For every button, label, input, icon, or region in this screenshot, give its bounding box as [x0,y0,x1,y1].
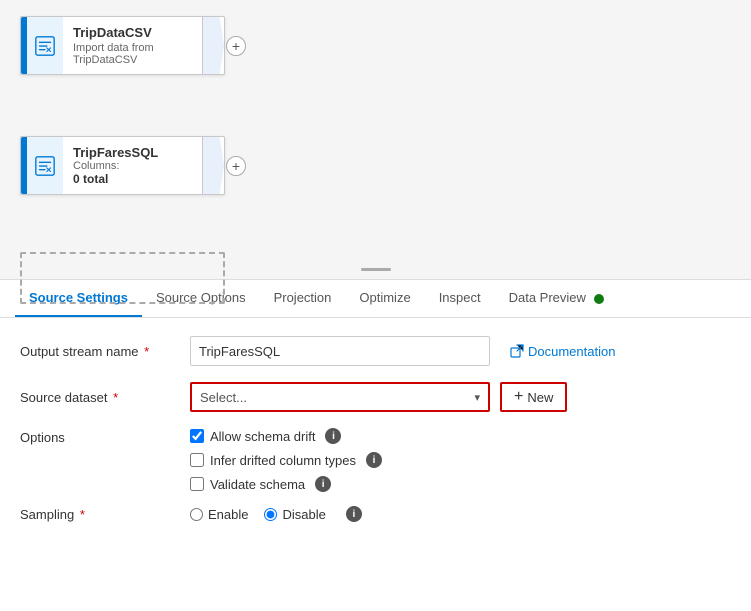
sampling-info-icon[interactable]: i [346,506,362,522]
node-plus-btn-sql[interactable]: + [226,156,246,176]
disable-radio[interactable] [264,508,277,521]
required-star-3: * [76,507,85,522]
validate-schema-info-icon[interactable]: i [315,476,331,492]
options-fields: Allow schema drift i Infer drifted colum… [190,428,382,492]
output-stream-input[interactable] [190,336,490,366]
node-trip-sql[interactable]: TripFaresSQL Columns: 0 total + [20,136,225,195]
infer-drifted-info-icon[interactable]: i [366,452,382,468]
node-body: TripDataCSV Import data from TripDataCSV [63,17,202,74]
output-stream-label: Output stream name * [20,344,190,359]
minimize-bar [361,268,391,271]
radio-group: Enable Disable i [190,506,362,522]
node-arrow [202,17,224,74]
validate-schema-row: Validate schema i [190,476,382,492]
tab-projection[interactable]: Projection [260,280,346,317]
enable-option[interactable]: Enable [190,507,248,522]
options-row: Options Allow schema drift i Infer drift… [20,428,731,492]
disable-option[interactable]: Disable [264,507,325,522]
tab-data-preview[interactable]: Data Preview [495,280,618,317]
select-wrapper[interactable]: Select... ▾ [190,382,490,412]
infer-drifted-label[interactable]: Infer drifted column types [210,453,356,468]
node-icon [27,17,63,74]
plus-icon: + [514,388,523,406]
allow-schema-drift-checkbox[interactable] [190,429,204,443]
node-title-sql: TripFaresSQL [73,145,192,160]
output-stream-row: Output stream name * Documentation [20,336,731,366]
node-plus-btn[interactable]: + [226,36,246,56]
source-dataset-row: Source dataset * Select... ▾ + New [20,382,731,412]
enable-radio[interactable] [190,508,203,521]
dashed-placeholder [20,252,225,304]
tab-inspect[interactable]: Inspect [425,280,495,317]
node-title: TripDataCSV [73,25,192,40]
canvas-area: TripDataCSV Import data from TripDataCSV… [0,0,751,280]
source-dataset-label: Source dataset * [20,390,190,405]
node-trip-csv[interactable]: TripDataCSV Import data from TripDataCSV… [20,16,225,75]
tab-optimize[interactable]: Optimize [345,280,424,317]
node-arrow-sql [202,137,224,194]
new-button[interactable]: + New [500,382,567,412]
validate-schema-label[interactable]: Validate schema [210,477,305,492]
node-icon-sql [27,137,63,194]
sampling-row: Sampling * Enable Disable i [20,506,731,522]
source-dataset-select[interactable]: Select... [192,384,488,410]
external-link-icon [510,344,524,358]
sampling-label: Sampling * [20,507,190,522]
infer-drifted-checkbox[interactable] [190,453,204,467]
node-body-sql: TripFaresSQL Columns: 0 total [63,137,202,194]
documentation-link[interactable]: Documentation [510,344,615,359]
options-label: Options [20,428,190,445]
node-columns: Columns: 0 total [73,160,192,186]
data-preview-dot [594,294,604,304]
required-star-2: * [109,390,118,405]
node-subtitle: Import data from TripDataCSV [73,42,192,66]
validate-schema-checkbox[interactable] [190,477,204,491]
required-star: * [141,344,150,359]
allow-schema-drift-row: Allow schema drift i [190,428,382,444]
form-area: Output stream name * Documentation Sourc… [0,318,751,554]
allow-schema-drift-info-icon[interactable]: i [325,428,341,444]
infer-drifted-row: Infer drifted column types i [190,452,382,468]
allow-schema-drift-label[interactable]: Allow schema drift [210,429,315,444]
